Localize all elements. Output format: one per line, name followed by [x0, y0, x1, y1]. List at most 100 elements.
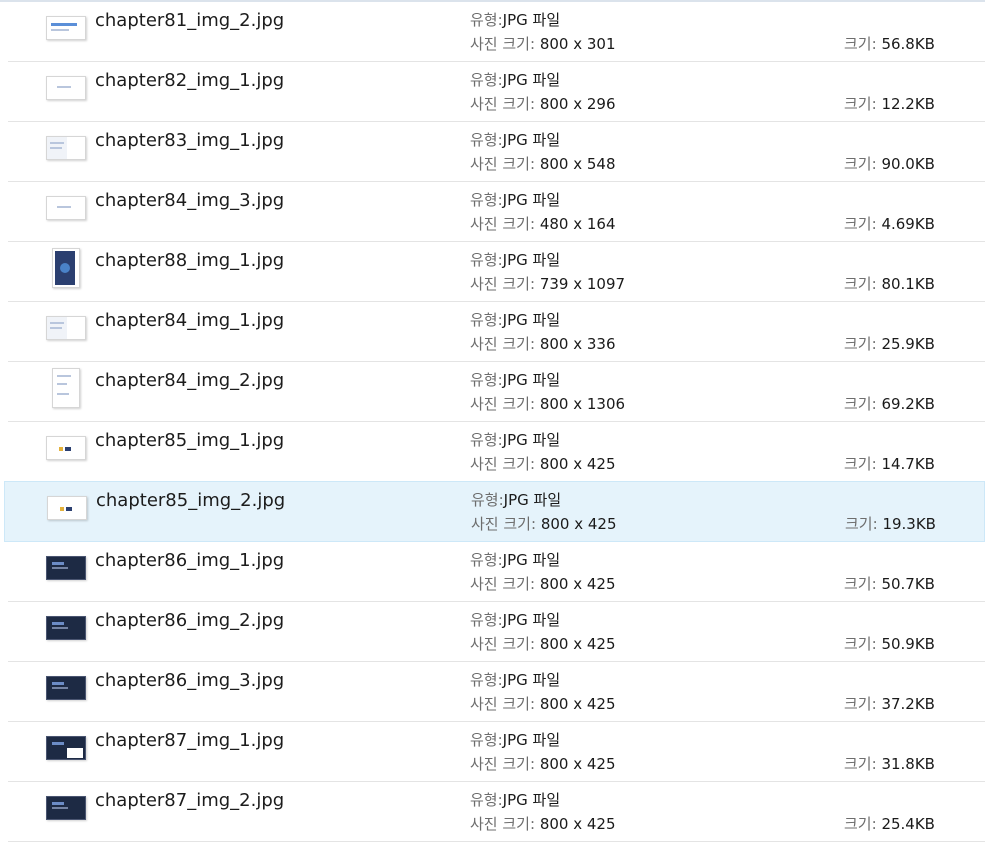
thumbnail-shape	[57, 383, 67, 385]
type-value: JPG 파일	[503, 491, 562, 509]
file-type: 유형:JPG 파일	[470, 130, 560, 150]
file-dimensions: 사진 크기: 800 x 425	[470, 634, 616, 654]
file-name: chapter87_img_1.jpg	[95, 730, 285, 751]
type-value: JPG 파일	[502, 551, 561, 569]
file-type: 유형:JPG 파일	[471, 490, 561, 510]
file-row[interactable]: chapter86_img_1.jpg 유형:JPG 파일 사진 크기: 800 x…	[8, 542, 985, 602]
file-dimensions: 사진 크기: 800 x 425	[470, 574, 616, 594]
dimensions-value: 800 x 425	[539, 695, 616, 713]
size-value: 50.7KB	[881, 575, 935, 593]
file-row[interactable]: chapter84_img_2.jpg 유형:JPG 파일사진 크기: 800 x…	[8, 362, 985, 422]
file-dimensions: 사진 크기: 480 x 164	[470, 214, 616, 234]
file-dimensions: 사진 크기: 800 x 301	[470, 34, 616, 54]
dimensions-value: 800 x 425	[539, 575, 616, 593]
file-name: chapter88_img_1.jpg	[95, 250, 285, 271]
file-size: 크기: 69.2KB	[844, 394, 935, 414]
file-name: chapter83_img_1.jpg	[95, 130, 285, 151]
size-value: 31.8KB	[881, 755, 935, 773]
dimensions-value: 800 x 1306	[539, 395, 626, 413]
type-value: JPG 파일	[502, 731, 561, 749]
dimensions-value: 800 x 425	[540, 515, 617, 533]
type-label: 유형:	[470, 71, 503, 89]
file-name: chapter84_img_1.jpg	[95, 310, 285, 331]
thumbnail-shape	[60, 263, 70, 273]
file-list: chapter81_img_2.jpg 유형:JPG 파일 사진 크기: 800 x…	[0, 2, 985, 842]
file-size: 크기: 25.9KB	[844, 334, 935, 354]
file-name: chapter86_img_2.jpg	[95, 610, 285, 631]
dimensions-label: 사진 크기:	[470, 695, 536, 713]
file-thumbnail	[46, 136, 86, 160]
file-row[interactable]: chapter86_img_3.jpg 유형:JPG 파일 사진 크기: 800 x…	[8, 662, 985, 722]
type-value: JPG 파일	[502, 131, 561, 149]
file-dimensions: 사진 크기: 800 x 425	[470, 694, 616, 714]
file-size: 크기: 50.9KB	[844, 634, 935, 654]
file-thumbnail	[46, 316, 86, 340]
size-value: 14.7KB	[881, 455, 935, 473]
file-row[interactable]: chapter85_img_2.jpg 유형:JPG 파일사진 크기: 800 x…	[4, 481, 985, 542]
file-size: 크기: 90.0KB	[844, 154, 935, 174]
file-type: 유형:JPG 파일	[470, 430, 560, 450]
dimensions-value: 800 x 425	[539, 755, 616, 773]
file-row[interactable]: chapter84_img_3.jpg 유형:JPG 파일사진 크기: 480 x…	[8, 182, 985, 242]
size-label: 크기:	[844, 395, 877, 413]
type-label: 유형:	[470, 131, 503, 149]
file-row[interactable]: chapter87_img_1.jpg 유형:JPG 파일 사진 크기: 800 x…	[8, 722, 985, 782]
file-type: 유형:JPG 파일	[470, 370, 560, 390]
dimensions-value: 800 x 425	[539, 815, 616, 833]
file-name: chapter84_img_2.jpg	[95, 370, 285, 391]
thumbnail-shape	[60, 507, 64, 511]
file-row[interactable]: chapter85_img_1.jpg 유형:JPG 파일 사진 크기: 800 x…	[8, 422, 985, 482]
size-label: 크기:	[844, 755, 877, 773]
thumbnail-shape	[57, 206, 71, 208]
file-row[interactable]: chapter84_img_1.jpg 유형:JPG 파일 사진 크기: 800 x…	[8, 302, 985, 362]
type-value: JPG 파일	[502, 431, 561, 449]
dimensions-label: 사진 크기:	[470, 155, 536, 173]
thumbnail-shape	[50, 322, 64, 324]
file-row[interactable]: chapter87_img_2.jpg 유형:JPG 파일 사진 크기: 800 x…	[8, 782, 985, 842]
size-value: 56.8KB	[881, 35, 935, 53]
size-label: 크기:	[844, 455, 877, 473]
size-label: 크기:	[844, 815, 877, 833]
file-thumbnail	[46, 436, 86, 460]
dimensions-value: 800 x 425	[539, 635, 616, 653]
dimensions-value: 800 x 425	[539, 455, 616, 473]
file-row[interactable]: chapter88_img_1.jpg 유형:JPG 파일 사진 크기: 739 x…	[8, 242, 985, 302]
thumbnail-shape	[50, 147, 62, 149]
thumbnail-shape	[52, 687, 68, 689]
thumbnail-shape	[65, 447, 71, 451]
type-value: JPG 파일	[502, 371, 561, 389]
type-value: JPG 파일	[502, 71, 561, 89]
file-type: 유형:JPG 파일	[470, 550, 560, 570]
file-row[interactable]: chapter86_img_2.jpg 유형:JPG 파일 사진 크기: 800 x…	[8, 602, 985, 662]
file-thumbnail	[46, 76, 86, 100]
file-row[interactable]: chapter81_img_2.jpg 유형:JPG 파일 사진 크기: 800 x…	[8, 2, 985, 62]
dimensions-label: 사진 크기:	[470, 35, 536, 53]
file-thumbnail	[46, 736, 86, 760]
file-dimensions: 사진 크기: 800 x 425	[471, 514, 617, 534]
file-name: chapter85_img_2.jpg	[96, 490, 286, 511]
type-label: 유형:	[470, 551, 503, 569]
file-type: 유형:JPG 파일	[470, 70, 560, 90]
dimensions-label: 사진 크기:	[470, 395, 536, 413]
thumbnail-shape	[52, 567, 68, 569]
file-dimensions: 사진 크기: 800 x 425	[470, 454, 616, 474]
file-dimensions: 사진 크기: 800 x 425	[470, 814, 616, 834]
file-dimensions: 사진 크기: 800 x 548	[470, 154, 616, 174]
type-label: 유형:	[471, 491, 504, 509]
file-type: 유형:JPG 파일	[470, 190, 560, 210]
size-label: 크기:	[844, 695, 877, 713]
file-size: 크기: 14.7KB	[844, 454, 935, 474]
file-row[interactable]: chapter82_img_1.jpg 유형:JPG 파일 사진 크기: 800 x…	[8, 62, 985, 122]
file-size: 크기: 19.3KB	[845, 514, 936, 534]
dimensions-label: 사진 크기:	[470, 815, 536, 833]
type-label: 유형:	[470, 311, 503, 329]
size-value: 80.1KB	[881, 275, 935, 293]
thumbnail-shape	[52, 627, 68, 629]
file-row[interactable]: chapter83_img_1.jpg 유형:JPG 파일사진 크기: 800 x…	[8, 122, 985, 182]
dimensions-label: 사진 크기:	[470, 635, 536, 653]
file-size: 크기: 4.69KB	[844, 214, 935, 234]
size-value: 19.3KB	[882, 515, 936, 533]
thumbnail-shape	[57, 375, 71, 377]
file-type: 유형:JPG 파일	[470, 10, 560, 30]
file-name: chapter84_img_3.jpg	[95, 190, 285, 211]
